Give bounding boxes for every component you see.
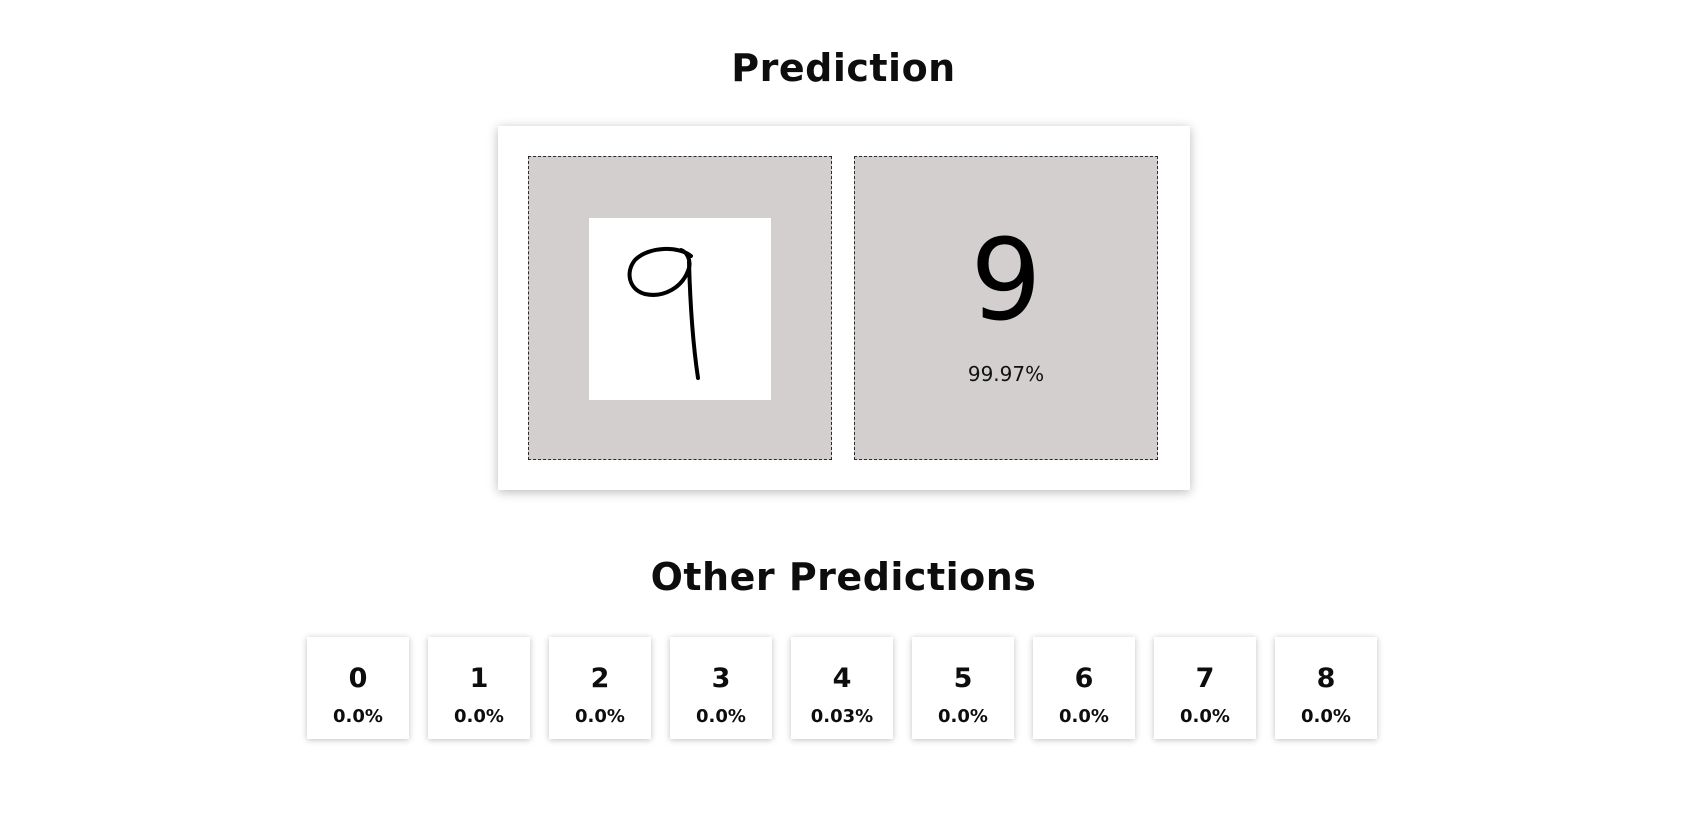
other-prediction-card: 5 0.0% <box>912 637 1014 739</box>
other-prediction-digit: 6 <box>1074 663 1094 694</box>
other-prediction-card: 8 0.0% <box>1275 637 1377 739</box>
other-prediction-percent: 0.0% <box>938 706 988 727</box>
other-prediction-percent: 0.0% <box>1180 706 1230 727</box>
other-prediction-digit: 7 <box>1195 663 1215 694</box>
other-prediction-digit: 3 <box>711 663 731 694</box>
prediction-title: Prediction <box>731 46 956 90</box>
other-prediction-digit: 0 <box>348 663 368 694</box>
other-predictions-list: 0 0.0% 1 0.0% 2 0.0% 3 0.0% 4 0.03% 5 0.… <box>307 637 1377 739</box>
prediction-card: 9 99.97% <box>498 126 1190 490</box>
other-prediction-percent: 0.0% <box>1059 706 1109 727</box>
other-prediction-card: 0 0.0% <box>307 637 409 739</box>
other-prediction-percent: 0.0% <box>575 706 625 727</box>
other-predictions-title: Other Predictions <box>650 555 1037 599</box>
other-prediction-percent: 0.0% <box>333 706 383 727</box>
other-prediction-card: 7 0.0% <box>1154 637 1256 739</box>
other-prediction-card: 1 0.0% <box>428 637 530 739</box>
handwritten-digit-drawing <box>627 246 700 380</box>
other-prediction-percent: 0.0% <box>454 706 504 727</box>
other-prediction-percent: 0.0% <box>696 706 746 727</box>
other-prediction-digit: 4 <box>832 663 852 694</box>
other-prediction-percent: 0.03% <box>810 706 874 727</box>
other-prediction-card: 4 0.03% <box>791 637 893 739</box>
other-prediction-card: 3 0.0% <box>670 637 772 739</box>
other-prediction-card: 6 0.0% <box>1033 637 1135 739</box>
input-panel <box>528 156 832 460</box>
other-prediction-digit: 5 <box>953 663 973 694</box>
other-prediction-percent: 0.0% <box>1301 706 1351 727</box>
other-prediction-digit: 2 <box>590 663 610 694</box>
other-prediction-digit: 1 <box>469 663 489 694</box>
other-prediction-digit: 8 <box>1316 663 1336 694</box>
page: Prediction 9 99.97% Other Predictions 0 … <box>0 0 1687 840</box>
predicted-digit: 9 <box>970 216 1042 346</box>
other-prediction-card: 2 0.0% <box>549 637 651 739</box>
drawing-canvas[interactable] <box>589 218 771 400</box>
result-panel: 9 99.97% <box>854 156 1158 460</box>
prediction-confidence: 99.97% <box>967 362 1045 386</box>
